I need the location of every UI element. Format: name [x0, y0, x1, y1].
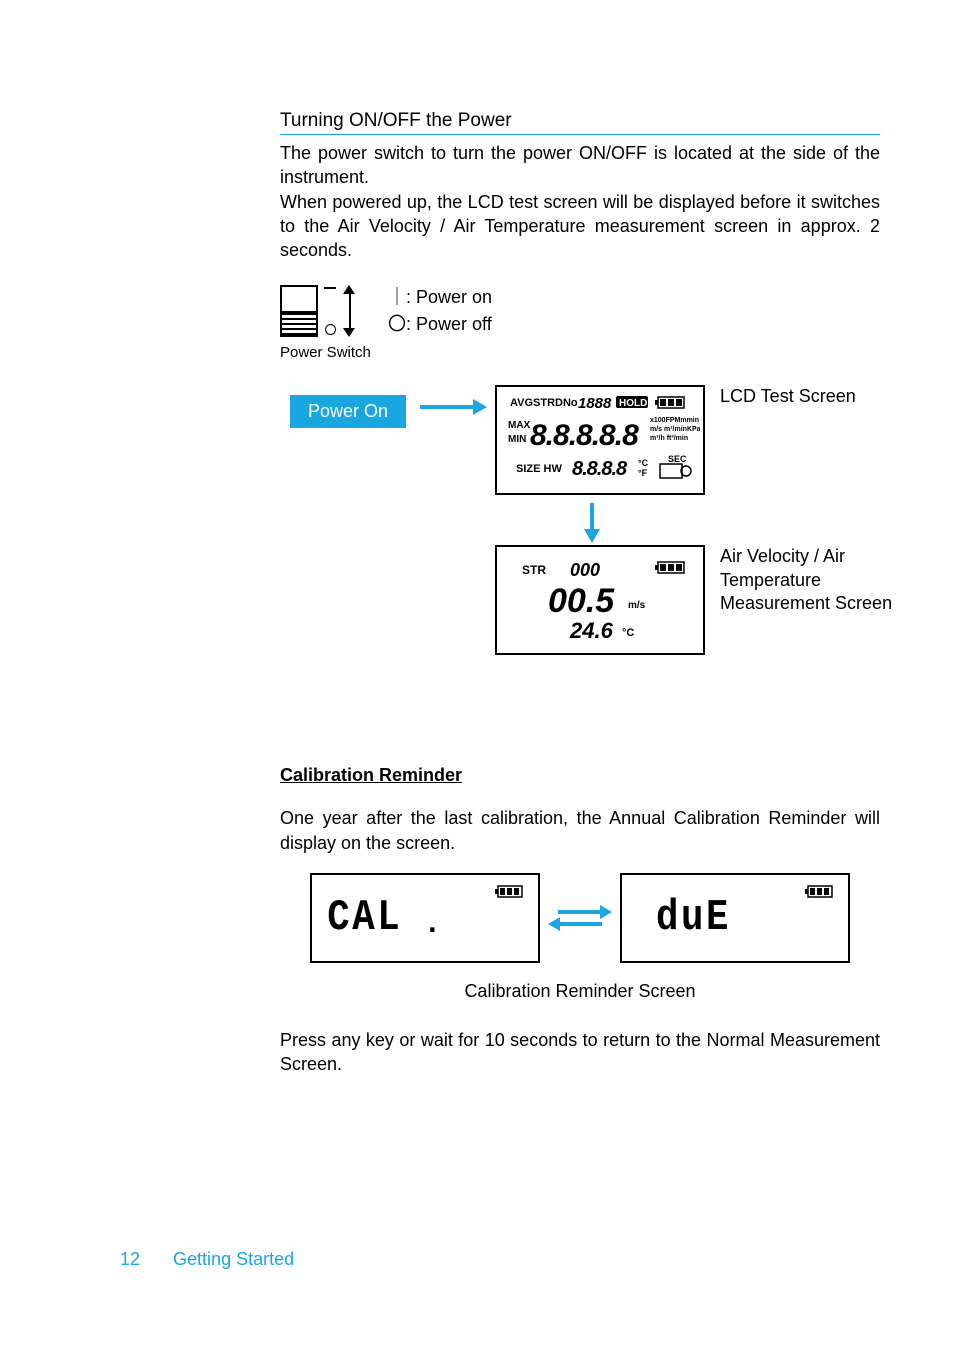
cal-right-text: duE: [622, 893, 731, 943]
lcd-size-digits: 8.8.8.8: [572, 458, 628, 480]
battery-icon: [655, 397, 684, 408]
legend-power-off: 〇: Power off: [388, 311, 492, 338]
page-footer: 12 Getting Started: [120, 1249, 294, 1270]
page-number: 12: [120, 1249, 140, 1269]
cal-screen-right: duE: [620, 873, 850, 963]
lcd-degc: °C: [638, 458, 649, 468]
lcd-min: MIN: [508, 434, 526, 445]
meas-temp-unit: °C: [622, 627, 634, 639]
switch-body-icon: [280, 285, 318, 337]
arrow-right-icon: [420, 405, 475, 409]
section-name: Getting Started: [173, 1249, 294, 1269]
cal-left-text: CAL: [312, 893, 402, 943]
meas-main-value: 00.5: [548, 582, 615, 620]
switch-off-mark-icon: [325, 324, 336, 335]
calibration-para: One year after the last calibration, the…: [280, 806, 880, 855]
swap-arrows-icon: [558, 910, 602, 926]
lcd-unit-1: x100FPMmmin: [650, 417, 699, 424]
lcd-top-digits: 1888: [578, 395, 612, 412]
meas-str: STR: [522, 563, 546, 577]
arrow-down-icon: [590, 503, 594, 531]
switch-caption: Power Switch: [280, 344, 880, 361]
battery-icon: [494, 885, 524, 904]
cal-dot: .: [426, 893, 438, 943]
battery-icon: [804, 885, 834, 904]
battery-icon: [655, 562, 684, 573]
lcd-top-text: AVGSTRDNo: [510, 397, 578, 409]
calibration-after-para: Press any key or wait for 10 seconds to …: [280, 1028, 880, 1077]
lcd-unit-2: m/s m²/minKPa: [650, 426, 700, 433]
intro-para-2: When powered up, the LCD test screen wil…: [280, 190, 880, 263]
startup-flow-diagram: Power On AVGSTRDNo 1888 HOLD: [280, 385, 880, 705]
lcd-max: MAX: [508, 420, 531, 431]
lcd-size: SIZE HW: [516, 463, 562, 475]
lcd-degf: °F: [638, 468, 648, 478]
lcd-test-label: LCD Test Screen: [720, 385, 856, 408]
intro-para-1: The power switch to turn the power ON/OF…: [280, 141, 880, 190]
cal-screen-left: CAL .: [310, 873, 540, 963]
lcd-test-screen: AVGSTRDNo 1888 HOLD MAX MIN 8.8.8.8.8: [495, 385, 705, 495]
meas-main-unit: m/s: [628, 600, 646, 611]
section-heading: Turning ON/OFF the Power: [280, 110, 880, 135]
switch-on-mark-icon: [324, 287, 336, 289]
calibration-caption: Calibration Reminder Screen: [280, 981, 880, 1002]
power-on-label: Power On: [290, 395, 406, 428]
legend-power-on: ｜: Power on: [388, 284, 492, 311]
meas-temp-value: 24.6: [569, 618, 614, 643]
measurement-label: Air Velocity / Air Temperature Measureme…: [720, 545, 900, 615]
calibration-diagram: CAL . duE: [280, 873, 880, 963]
lcd-main-digits: 8.8.8.8.8: [530, 419, 639, 452]
meas-str-digits: 000: [570, 560, 600, 580]
power-switch-diagram: ｜: Power on 〇: Power off: [280, 284, 880, 338]
measurement-screen: STR 000 00.5 m/s 24.6 °C: [495, 545, 705, 655]
calibration-heading: Calibration Reminder: [280, 765, 880, 786]
lcd-sec: SEC: [668, 454, 687, 464]
lcd-hold: HOLD: [619, 398, 647, 409]
updown-arrow-icon: [342, 285, 358, 337]
lcd-unit-3: m³/h ft³/min: [650, 435, 688, 442]
